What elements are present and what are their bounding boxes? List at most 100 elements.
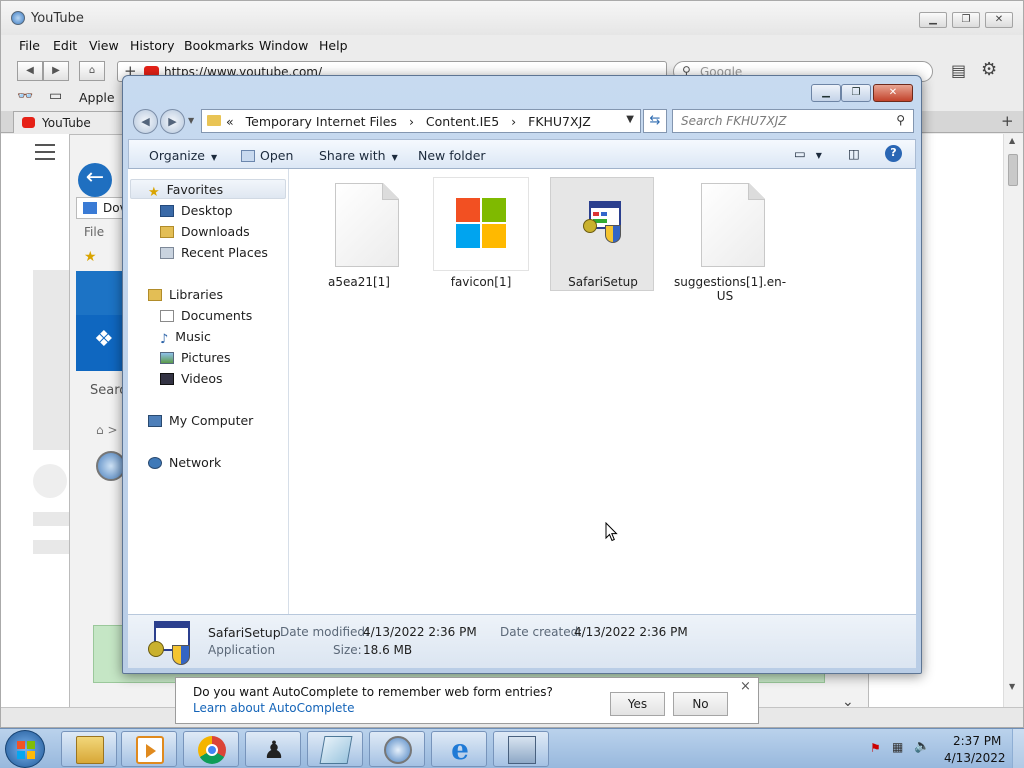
- autocomplete-yes-button[interactable]: Yes: [610, 692, 665, 716]
- menu-history[interactable]: History: [130, 38, 174, 53]
- preview-pane-icon[interactable]: ◫: [848, 146, 860, 161]
- internet-explorer-icon: e: [451, 733, 469, 766]
- open-button[interactable]: Open: [241, 148, 293, 163]
- close-button[interactable]: ✕: [985, 12, 1013, 28]
- page-placeholder-block: [33, 270, 69, 450]
- menu-edit[interactable]: Edit: [53, 38, 77, 53]
- folder-icon: [207, 115, 221, 126]
- details-file-type: Application: [208, 643, 276, 657]
- taskbar-notepad-button[interactable]: [307, 731, 363, 767]
- file-item[interactable]: favicon[1]: [432, 177, 530, 289]
- explorer-close-button[interactable]: ✕: [873, 84, 913, 102]
- recent-pages-dropdown-icon[interactable]: ▼: [188, 116, 194, 125]
- breadcrumb-temporary-internet-files[interactable]: Temporary Internet Files: [246, 114, 397, 129]
- settings-gear-icon[interactable]: ⚙: [981, 59, 997, 80]
- menu-bookmarks[interactable]: Bookmarks: [184, 38, 254, 53]
- nav-recent-places[interactable]: Recent Places: [160, 245, 268, 264]
- clock-date[interactable]: 4/13/2022: [944, 751, 1006, 765]
- page-menu-icon[interactable]: ▤: [951, 61, 966, 80]
- file-name: favicon[1]: [450, 275, 512, 289]
- taskbar-counter-strike-button[interactable]: ♟: [245, 731, 301, 767]
- nav-videos[interactable]: Videos: [160, 371, 223, 390]
- nav-favorites[interactable]: ★ Favorites: [148, 182, 223, 201]
- explorer-minimize-button[interactable]: ▁: [811, 84, 841, 102]
- breadcrumb-separator-icon[interactable]: ›: [511, 114, 516, 129]
- bookmark-apple[interactable]: Apple: [79, 90, 115, 105]
- ie-back-arrow-icon[interactable]: ←: [78, 163, 112, 197]
- address-dropdown-icon[interactable]: ▼: [626, 114, 634, 125]
- taskbar-internet-explorer-button[interactable]: e: [431, 731, 487, 767]
- explorer-search-input[interactable]: Search FKHU7XJZ ⚲: [672, 109, 914, 133]
- explorer-maximize-button[interactable]: ❐: [841, 84, 871, 102]
- bookmarks-book-icon[interactable]: ▭: [49, 88, 62, 104]
- maximize-button[interactable]: ❐: [952, 12, 980, 28]
- tab-youtube[interactable]: YouTube: [13, 111, 125, 133]
- nav-pictures[interactable]: Pictures: [160, 350, 231, 369]
- volume-icon[interactable]: 🔈: [914, 739, 930, 754]
- nav-documents[interactable]: Documents: [160, 308, 252, 327]
- home-button[interactable]: ⌂: [79, 61, 105, 81]
- avatar-placeholder: [33, 464, 67, 498]
- view-options-icon[interactable]: ▭ ▼: [794, 146, 822, 161]
- taskbar-network-tool-button[interactable]: [493, 731, 549, 767]
- menu-file[interactable]: File: [19, 38, 40, 53]
- scroll-bottom-arrow-icon[interactable]: ▼: [1009, 682, 1015, 691]
- learn-about-autocomplete-link[interactable]: Learn about AutoComplete: [193, 701, 354, 715]
- nav-downloads[interactable]: Downloads: [160, 224, 250, 243]
- menu-view[interactable]: View: [89, 38, 119, 53]
- start-button[interactable]: [5, 730, 45, 768]
- scrollbar-thumb[interactable]: [1008, 154, 1018, 186]
- nav-desktop[interactable]: Desktop: [160, 203, 233, 222]
- action-center-flag-icon[interactable]: ⚑: [870, 741, 881, 755]
- vertical-scrollbar[interactable]: ▲ ▼: [1003, 134, 1023, 708]
- hamburger-menu-icon[interactable]: [35, 144, 55, 160]
- network-tray-icon[interactable]: ▦: [892, 740, 903, 754]
- explorer-address-bar[interactable]: « Temporary Internet Files › Content.IE5…: [201, 109, 641, 133]
- computer-icon: [148, 415, 162, 427]
- file-item[interactable]: a5ea21[1]: [310, 177, 408, 289]
- taskbar-media-player-button[interactable]: [121, 731, 177, 767]
- nav-music[interactable]: ♪ Music: [160, 329, 211, 348]
- menu-window[interactable]: Window: [259, 38, 308, 53]
- share-with-button[interactable]: Share with ▼: [319, 148, 398, 163]
- scroll-down-chevron-icon[interactable]: ⌄: [842, 694, 854, 710]
- breadcrumb-overflow[interactable]: «: [226, 114, 234, 129]
- search-icon[interactable]: ⚲: [896, 113, 905, 127]
- refresh-button[interactable]: ⇆: [643, 109, 667, 133]
- clock-time[interactable]: 2:37 PM: [953, 734, 1001, 748]
- file-item-selected[interactable]: SafariSetup: [554, 177, 652, 289]
- autocomplete-close-icon[interactable]: ×: [740, 679, 751, 694]
- breadcrumb-separator-icon[interactable]: ›: [409, 114, 414, 129]
- nav-my-computer[interactable]: My Computer: [148, 413, 253, 432]
- organize-button[interactable]: Organize ▼: [149, 148, 217, 163]
- explorer-back-button[interactable]: ◀: [133, 109, 158, 134]
- ie-menu-file[interactable]: File: [84, 225, 104, 239]
- back-button[interactable]: ◀: [17, 61, 43, 81]
- scroll-up-arrow-icon[interactable]: ▲: [1009, 136, 1015, 145]
- taskbar-safari-button[interactable]: [369, 731, 425, 767]
- breadcrumb-content-ie5[interactable]: Content.IE5: [426, 114, 499, 129]
- file-item[interactable]: suggestions[1].en-US: [674, 177, 786, 303]
- nav-libraries[interactable]: Libraries: [148, 287, 223, 306]
- minimize-button[interactable]: ▁: [919, 12, 947, 28]
- blank-document-icon: [311, 177, 407, 271]
- autocomplete-no-button[interactable]: No: [673, 692, 728, 716]
- reading-list-icon[interactable]: 👓: [17, 89, 33, 104]
- taskbar-chrome-button[interactable]: [183, 731, 239, 767]
- menu-help[interactable]: Help: [319, 38, 348, 53]
- new-tab-icon[interactable]: +: [1001, 112, 1014, 130]
- breadcrumb: « Temporary Internet Files › Content.IE5…: [226, 114, 599, 129]
- new-folder-button[interactable]: New folder: [418, 148, 486, 163]
- help-icon[interactable]: ?: [885, 145, 902, 162]
- mouse-cursor-icon: [605, 522, 618, 542]
- explorer-window: ▁ ❐ ✕ ◀ ▶ ▼ « Temporary Internet Files ›…: [122, 75, 922, 674]
- forward-button[interactable]: ▶: [43, 61, 69, 81]
- show-desktop-button[interactable]: [1012, 729, 1024, 768]
- favorites-star-icon[interactable]: ★: [84, 249, 97, 265]
- taskbar-explorer-button[interactable]: [61, 731, 117, 767]
- ie-home-icon[interactable]: ⌂ >: [96, 423, 118, 437]
- breadcrumb-fkhu7xjz[interactable]: FKHU7XJZ: [528, 114, 591, 129]
- nav-network[interactable]: Network: [148, 455, 221, 474]
- recent-places-icon: [160, 247, 174, 259]
- explorer-forward-button[interactable]: ▶: [160, 109, 185, 134]
